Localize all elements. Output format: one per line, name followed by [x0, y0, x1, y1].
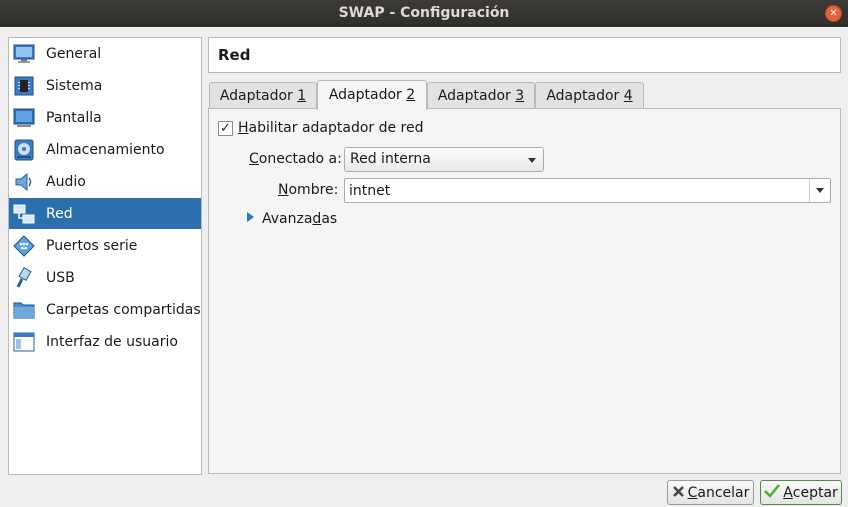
sidebar-item-carpetas-compartidas[interactable]: Carpetas compartidas — [9, 294, 201, 325]
tab-label: Adaptador — [437, 88, 516, 104]
button-mnemonic: A — [783, 484, 793, 501]
cancel-button[interactable]: Cancelar — [667, 480, 754, 505]
button-label: ceptar — [792, 484, 838, 501]
enable-adapter-label[interactable]: Habilitar adaptador de red — [238, 120, 424, 136]
display-icon — [13, 107, 35, 129]
button-mnemonic: C — [687, 484, 698, 501]
label-text: as — [321, 211, 338, 227]
dropdown-button[interactable] — [809, 179, 830, 202]
enable-adapter-checkbox[interactable]: ✓ — [218, 121, 233, 136]
label-text: ombre: — [288, 182, 339, 198]
page-title: Red — [208, 37, 841, 73]
sidebar-item-label: Puertos serie — [46, 237, 138, 254]
sidebar-item-interfaz-de-usuario[interactable]: Interfaz de usuario — [9, 326, 201, 357]
tab-label: Adaptador — [328, 87, 407, 103]
tab-adaptador-3[interactable]: Adaptador 3 — [427, 82, 535, 109]
attached-to-select[interactable]: Red interna — [344, 147, 544, 172]
sidebar-item-label: Audio — [46, 173, 86, 190]
name-label: Nombre: — [278, 182, 338, 198]
tab-adaptador-4[interactable]: Adaptador 4 — [535, 82, 644, 109]
cancel-x-icon — [672, 485, 685, 501]
monitor-icon — [13, 43, 35, 65]
close-icon: ✕ — [829, 8, 838, 19]
network-name-input[interactable] — [349, 181, 804, 200]
button-label: ancelar — [697, 484, 750, 501]
disk-icon — [13, 139, 35, 161]
tab-adaptador-1[interactable]: Adaptador 1 — [209, 82, 317, 109]
sidebar-item-label: Almacenamiento — [46, 141, 165, 158]
sidebar-item-pantalla[interactable]: Pantalla — [9, 102, 201, 133]
ui-window-icon — [13, 331, 35, 353]
label-mnemonic: d — [312, 211, 322, 227]
sidebar-item-almacenamiento[interactable]: Almacenamiento — [9, 134, 201, 165]
sidebar-item-general[interactable]: General — [9, 38, 201, 69]
sidebar-item-sistema[interactable]: Sistema — [9, 70, 201, 101]
expander-arrow-icon[interactable] — [247, 212, 254, 222]
sidebar-item-red[interactable]: Red — [9, 198, 201, 229]
sidebar-item-label: Red — [46, 205, 73, 222]
chevron-down-icon — [816, 188, 824, 193]
label-mnemonic: N — [278, 182, 289, 198]
sidebar-item-puertos-serie[interactable]: Puertos serie — [9, 230, 201, 261]
sidebar-item-label: General — [46, 45, 102, 62]
sidebar-item-label: Pantalla — [46, 109, 102, 126]
window-title: SWAP - Configuración — [338, 5, 510, 21]
sidebar-item-label: Sistema — [46, 77, 103, 94]
chip-icon — [13, 75, 35, 97]
label-text: abilitar adaptador de red — [248, 120, 424, 136]
label-text: Avanza — [262, 211, 313, 227]
sidebar-item-audio[interactable]: Audio — [9, 166, 201, 197]
tab-mnemonic: 4 — [623, 88, 633, 104]
chevron-down-icon — [528, 158, 536, 163]
advanced-expander[interactable]: Avanzadas — [262, 211, 337, 227]
sidebar-item-label: Interfaz de usuario — [46, 333, 178, 350]
close-window-button[interactable]: ✕ — [825, 5, 842, 22]
ok-button[interactable]: Aceptar — [760, 480, 842, 505]
folder-icon — [13, 299, 35, 321]
checkmark-icon — [764, 484, 781, 501]
settings-sidebar: General Sistema Pantalla Almacenamiento … — [8, 37, 202, 475]
network-icon — [13, 203, 35, 225]
label-mnemonic: H — [238, 120, 249, 136]
attached-to-label: Conectado a: — [249, 151, 342, 167]
label-mnemonic: C — [249, 151, 259, 167]
usb-icon — [13, 266, 35, 289]
tab-adaptador-2[interactable]: Adaptador 2 — [317, 80, 427, 110]
network-name-combobox[interactable] — [344, 178, 831, 203]
sidebar-item-usb[interactable]: USB — [9, 262, 201, 293]
sidebar-item-label: USB — [46, 269, 75, 286]
serial-port-icon — [13, 234, 35, 257]
tab-mnemonic: 3 — [515, 88, 525, 104]
checkmark-icon: ✓ — [220, 121, 231, 136]
speaker-icon — [13, 171, 35, 193]
tab-label: Adaptador — [546, 88, 624, 104]
select-value: Red interna — [350, 151, 431, 167]
title-bar: SWAP - Configuración ✕ — [0, 0, 848, 27]
sidebar-item-label: Carpetas compartidas — [46, 301, 201, 318]
tab-label: Adaptador — [219, 88, 298, 104]
tab-mnemonic: 1 — [297, 88, 307, 104]
label-text: onectado a: — [258, 151, 342, 167]
tab-mnemonic: 2 — [406, 87, 416, 103]
